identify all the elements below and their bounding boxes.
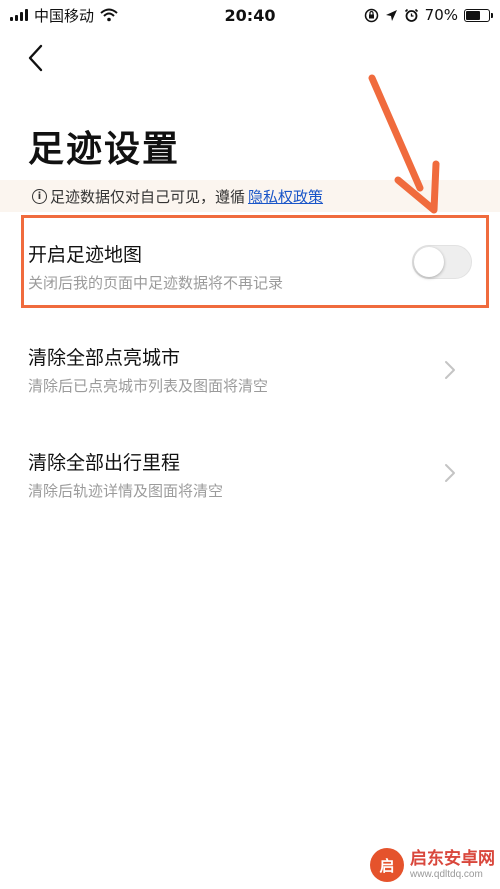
setting-row-footprint-map[interactable]: 开启足迹地图 关闭后我的页面中足迹数据将不再记录	[28, 240, 473, 293]
setting-subtitle: 清除后已点亮城市列表及图面将清空	[28, 377, 269, 395]
setting-title: 清除全部点亮城市	[28, 347, 181, 369]
setting-row-clear-mileage[interactable]: 清除全部出行里程 清除后轨迹详情及图面将清空	[28, 448, 473, 501]
signal-icon	[10, 9, 28, 21]
setting-row-clear-cities[interactable]: 清除全部点亮城市 清除后已点亮城市列表及图面将清空	[28, 343, 473, 396]
setting-title: 清除全部出行里程	[28, 452, 181, 474]
chevron-right-icon	[445, 361, 455, 379]
back-button[interactable]	[20, 40, 50, 76]
carrier-label: 中国移动	[34, 6, 95, 25]
status-bar: 中国移动 20:40 70%	[0, 0, 500, 30]
alarm-icon	[404, 8, 418, 22]
status-bar-left: 中国移动	[0, 5, 118, 26]
setting-title: 开启足迹地图	[28, 244, 143, 266]
info-icon: i	[32, 188, 47, 204]
rotation-lock-icon	[364, 8, 378, 22]
setting-subtitle: 关闭后我的页面中足迹数据将不再记录	[28, 274, 284, 292]
status-bar-right: 70%	[364, 6, 500, 24]
watermark-logo-icon: 启	[370, 848, 404, 882]
notice-text: 足迹数据仅对自己可见，遵循	[50, 187, 246, 206]
location-icon	[385, 9, 397, 21]
chevron-left-icon	[28, 44, 43, 72]
battery-percent: 70%	[424, 6, 458, 24]
watermark-url: www.qdltdq.com	[410, 868, 483, 880]
battery-icon	[464, 8, 493, 22]
battery-fill	[466, 10, 480, 20]
watermark-name: 启东安卓网	[410, 849, 495, 870]
privacy-notice: i 足迹数据仅对自己可见，遵循 隐私权政策	[0, 180, 500, 212]
page-title: 足迹设置	[28, 129, 181, 170]
footprint-map-toggle[interactable]	[412, 245, 472, 279]
watermark: 启 启东安卓网 www.qdltdq.com	[370, 848, 495, 882]
privacy-policy-link[interactable]: 隐私权政策	[248, 186, 323, 207]
wifi-icon	[100, 8, 118, 22]
setting-subtitle: 清除后轨迹详情及图面将清空	[28, 482, 224, 500]
chevron-right-icon	[445, 464, 455, 482]
toggle-knob	[414, 247, 444, 277]
